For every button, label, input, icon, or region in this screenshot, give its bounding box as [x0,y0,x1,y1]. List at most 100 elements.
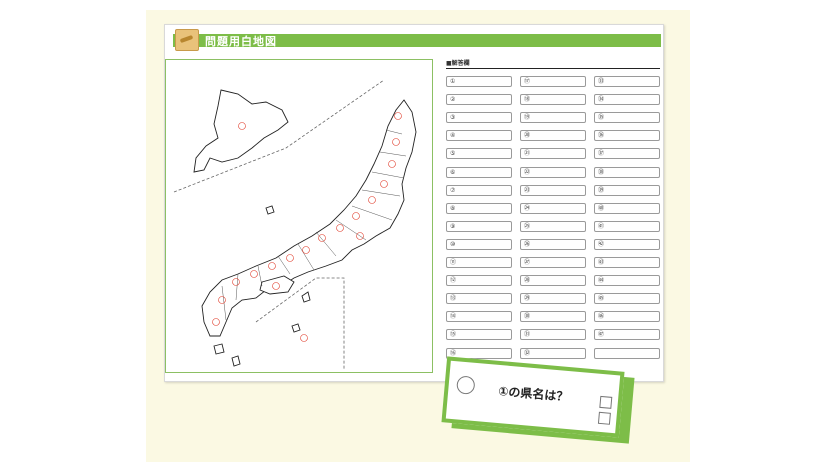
answer-field[interactable]: ③ [446,112,512,124]
answer-field[interactable]: ㊴ [594,184,660,196]
island-5 [265,205,275,215]
answer-number: ⑰ [524,78,531,85]
answer-number: ㉚ [524,313,531,321]
answer-number: ㉝ [598,78,605,85]
sheet-title: 問題用白地図 [205,35,277,48]
answer-number: ⑦ [450,186,456,194]
answer-field[interactable]: ⑬ [446,293,512,305]
answer-number: ㊷ [598,240,605,248]
answer-field[interactable]: ⑲ [520,112,586,124]
answer-field[interactable]: ㉒ [520,166,586,178]
answer-field[interactable]: ⑳ [520,130,586,142]
answer-number: ㉕ [524,222,531,230]
answer-field[interactable]: ⑩ [446,238,512,250]
answer-field[interactable]: ⑨ [446,220,512,232]
answer-field[interactable]: ㊷ [594,238,660,250]
answer-field[interactable]: ㉝ [594,76,660,87]
answer-field[interactable]: ㊻ [594,311,660,323]
answer-field[interactable]: ④ [446,130,512,142]
answer-number: ㊶ [598,222,605,230]
answer-number: ㉙ [524,295,531,303]
island-4 [231,355,241,367]
japan-map [173,79,417,370]
answer-field[interactable]: ⑪ [446,257,512,268]
answer-number: ② [450,96,456,104]
answer-field[interactable]: ㊹ [594,275,660,287]
answer-number: ⑳ [524,132,531,140]
answer-field[interactable]: ⑰ [520,76,586,87]
answer-field[interactable]: ㉟ [594,112,660,124]
answer-number: ⑧ [450,204,456,212]
answer-number: ⑤ [450,150,456,158]
answer-field[interactable]: ㉚ [520,311,586,323]
answer-field[interactable]: ㉘ [520,275,586,287]
answer-field[interactable]: ㊶ [594,220,660,232]
answer-field[interactable]: ⑧ [446,202,512,214]
answer-number: ⑭ [450,313,457,321]
hokkaido-divider [173,79,385,193]
answer-field[interactable]: ⑱ [520,94,586,106]
island-2 [291,323,301,333]
answer-number: ㊻ [598,313,605,321]
answer-field[interactable]: ㉔ [520,202,586,214]
answer-number: ㉖ [524,240,531,248]
answer-field[interactable]: ⑭ [446,311,512,323]
answer-number: ㊳ [598,168,605,176]
blank-map [165,59,433,373]
answer-number: ㉒ [524,168,531,176]
answer-field[interactable]: ⑥ [446,166,512,178]
answer-field[interactable]: ⑫ [446,275,512,287]
answer-number: ⑫ [450,277,457,285]
answer-field[interactable]: ㉞ [594,94,660,106]
answer-field[interactable]: ① [446,76,512,87]
checkbox-icon[interactable] [597,411,611,425]
answer-field[interactable]: ㊳ [594,166,660,178]
answer-field[interactable]: ㉖ [520,238,586,250]
answers-header: ■解答欄 [446,59,660,69]
answer-number: ㉗ [524,259,531,266]
scroll-icon [175,29,199,51]
answer-number: ⑱ [524,96,531,104]
answer-number: ⑲ [524,114,531,122]
answer-field[interactable]: ㉙ [520,293,586,305]
answer-number: ㊸ [598,259,605,266]
answer-field[interactable]: ㊵ [594,202,660,214]
answer-number: ㊹ [598,277,605,285]
island-3 [213,343,225,355]
card-question: ①の県名は？ [497,383,569,405]
answer-field[interactable]: ㉗ [520,257,586,268]
answer-number: ⑬ [450,295,457,303]
answer-field[interactable]: ⑦ [446,184,512,196]
answer-number: ㉛ [524,331,531,339]
answer-number: ㉞ [598,96,605,104]
answer-number: ⑪ [450,259,457,266]
answer-field[interactable]: ㉕ [520,220,586,232]
answer-number: ⑮ [450,331,457,339]
circle-marker-icon [456,375,476,395]
answer-field[interactable]: ㊺ [594,293,660,305]
answer-field[interactable]: ㊼ [594,329,660,341]
answer-field[interactable]: ⑮ [446,329,512,341]
map-outline [193,89,417,367]
answer-number: ④ [450,132,456,140]
answer-number: ㊲ [598,150,605,158]
answer-field[interactable]: ㉑ [520,148,586,160]
answer-field[interactable]: ㊲ [594,148,660,160]
answer-number: ㊺ [598,295,605,303]
worksheet: 問題用白地図 ■解答欄 ① ② ③ ④ ⑤ ⑥ ⑦ ⑧ ⑨ ⑩ ⑪ ⑫ ⑬ ⑭ … [164,24,664,382]
answer-number: ㉘ [524,277,531,285]
checkbox-icon[interactable] [599,395,613,409]
answer-number: ㊱ [598,132,605,140]
answer-field[interactable]: ⑤ [446,148,512,160]
answer-number: ③ [450,114,456,122]
answer-field[interactable]: ㉓ [520,184,586,196]
answer-number: ① [450,78,456,85]
answer-field[interactable]: ㊸ [594,257,660,268]
answer-field[interactable]: ② [446,94,512,106]
answer-number: ⑥ [450,168,456,176]
flash-card[interactable]: ①の県名は？ [440,356,640,446]
hokkaido [193,89,289,173]
answer-field[interactable]: ㊱ [594,130,660,142]
answer-field[interactable]: ㉛ [520,329,586,341]
answer-number: ⑨ [450,222,456,230]
